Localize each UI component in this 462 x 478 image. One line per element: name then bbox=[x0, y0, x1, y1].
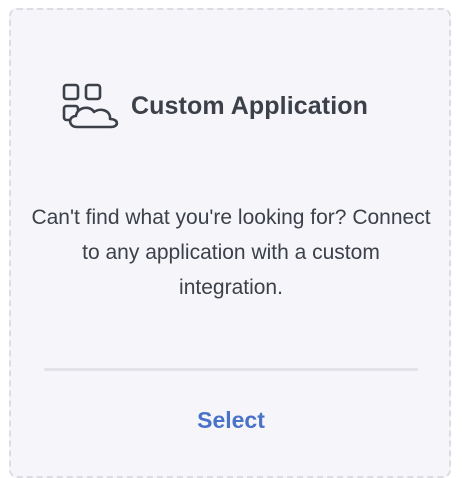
card-title: Custom Application bbox=[131, 91, 368, 120]
select-button[interactable]: Select bbox=[131, 400, 331, 440]
custom-application-card: Custom Application Can't find what you'r… bbox=[9, 8, 451, 478]
card-header: Custom Application bbox=[61, 82, 368, 130]
card-description: Can't find what you're looking for? Conn… bbox=[31, 206, 431, 299]
card-divider bbox=[44, 368, 418, 371]
apps-cloud-icon bbox=[62, 83, 119, 129]
